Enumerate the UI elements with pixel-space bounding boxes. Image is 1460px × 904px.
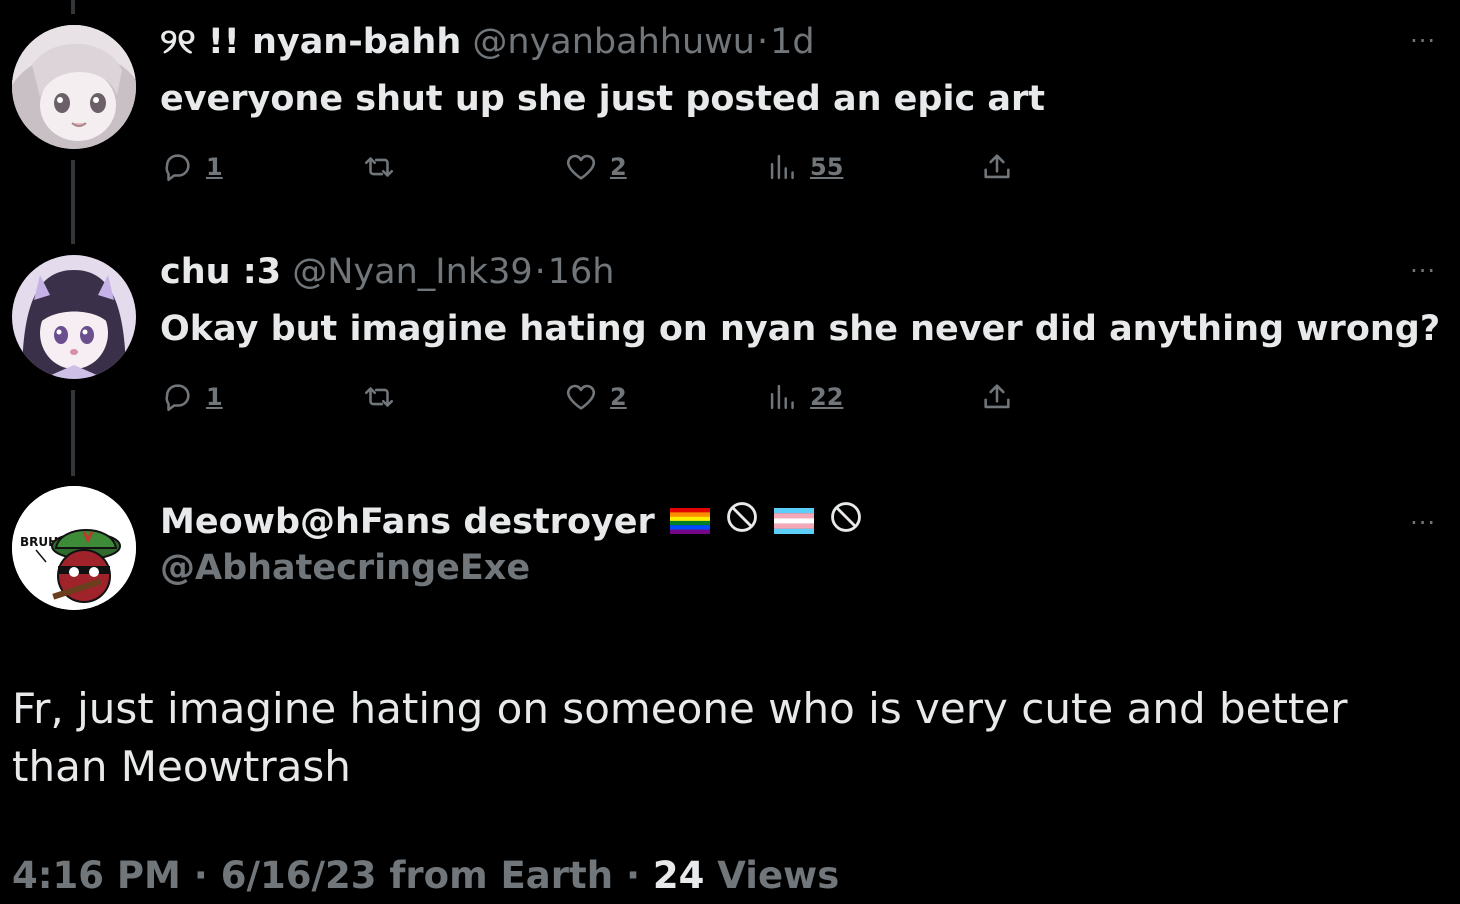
- reply-count: 1: [206, 383, 223, 411]
- separator-dot: ·: [193, 854, 208, 897]
- main-tweet-header: Meowb@hFans destroyer ···: [160, 498, 1460, 546]
- views-button[interactable]: 22: [768, 377, 843, 417]
- more-options-icon[interactable]: ···: [1410, 259, 1436, 283]
- share-button[interactable]: [980, 377, 1014, 417]
- tweet-nyan-bahh[interactable]: ୨୧ !! nyan-bahh @nyanbahhuwu·1d everyone…: [160, 18, 1460, 122]
- views-count: 55: [810, 153, 844, 181]
- like-count: 2: [610, 383, 627, 411]
- user-handle[interactable]: @Nyan_Ink39: [292, 252, 532, 292]
- user-handle[interactable]: @nyanbahhuwu: [472, 22, 755, 62]
- thread-line-1: [71, 160, 75, 244]
- views-icon: [768, 380, 798, 414]
- transgender-flag-icon: [774, 499, 815, 547]
- separator-dot: ·: [625, 854, 641, 897]
- reply-icon: [160, 380, 194, 414]
- thread-line-2: [71, 390, 75, 476]
- reply-button[interactable]: 1: [160, 147, 223, 187]
- separator-dot: ·: [534, 252, 546, 292]
- avatar-abhatecringe[interactable]: BRUH...: [12, 486, 136, 610]
- tweet-chu[interactable]: chu :3 @Nyan_Ink39·16h Okay but imagine …: [160, 248, 1460, 352]
- display-name[interactable]: Meowb@hFans destroyer: [160, 502, 655, 542]
- heart-icon: [564, 380, 598, 414]
- avatar-nyan-bahh[interactable]: [12, 25, 136, 149]
- tweet-footer: 4:16 PM · 6/16/23 from Earth · 24 Views: [12, 852, 839, 900]
- more-options-icon[interactable]: ···: [1410, 29, 1436, 53]
- display-name[interactable]: ୨୧ !! nyan-bahh: [160, 22, 461, 62]
- reply-button[interactable]: 1: [160, 377, 223, 417]
- share-button[interactable]: [980, 147, 1014, 187]
- tweet-time[interactable]: 16h: [548, 252, 615, 292]
- tweet-time[interactable]: 4:16 PM: [12, 854, 181, 897]
- reply-count: 1: [206, 153, 223, 181]
- views-label: Views: [717, 854, 840, 897]
- views-count[interactable]: 24: [653, 854, 705, 897]
- tweet-header: chu :3 @Nyan_Ink39·16h: [160, 248, 1460, 296]
- views-icon: [768, 150, 798, 184]
- like-count: 2: [610, 153, 627, 181]
- reply-icon: [160, 150, 194, 184]
- user-handle[interactable]: @AbhatecringeExe: [160, 548, 530, 588]
- more-options-icon[interactable]: ···: [1410, 511, 1436, 535]
- thread-line-top: [71, 0, 75, 14]
- tweet-text: Fr, just imagine hating on someone who i…: [12, 684, 1348, 791]
- share-icon: [980, 380, 1014, 414]
- tweet-text: everyone shut up she just posted an epic…: [160, 79, 1046, 119]
- tweet-actions: 1 2 22: [160, 377, 1060, 417]
- display-name[interactable]: chu :3: [160, 252, 281, 292]
- retweet-button[interactable]: [360, 377, 398, 417]
- tweet-header: Meowb@hFans destroyer: [160, 498, 1460, 546]
- like-button[interactable]: 2: [564, 147, 627, 187]
- tweet-actions: 1 2 55: [160, 147, 1060, 187]
- tweet-date-location[interactable]: 6/16/23 from Earth: [221, 854, 613, 897]
- retweet-button[interactable]: [360, 147, 398, 187]
- tweet-header: ୨୧ !! nyan-bahh @nyanbahhuwu·1d: [160, 18, 1460, 66]
- retweet-icon: [360, 150, 398, 184]
- rainbow-flag-icon: [669, 499, 710, 547]
- avatar-chu[interactable]: [12, 255, 136, 379]
- views-button[interactable]: 55: [768, 147, 843, 187]
- heart-icon: [564, 150, 598, 184]
- tweet-time[interactable]: 1d: [770, 22, 815, 62]
- prohibited-icon: [829, 499, 863, 547]
- prohibited-icon: [725, 499, 759, 547]
- share-icon: [980, 150, 1014, 184]
- like-button[interactable]: 2: [564, 377, 627, 417]
- views-count: 22: [810, 383, 844, 411]
- tweet-text: Okay but imagine hating on nyan she neve…: [160, 309, 1441, 349]
- separator-dot: ·: [756, 22, 769, 62]
- retweet-icon: [360, 380, 398, 414]
